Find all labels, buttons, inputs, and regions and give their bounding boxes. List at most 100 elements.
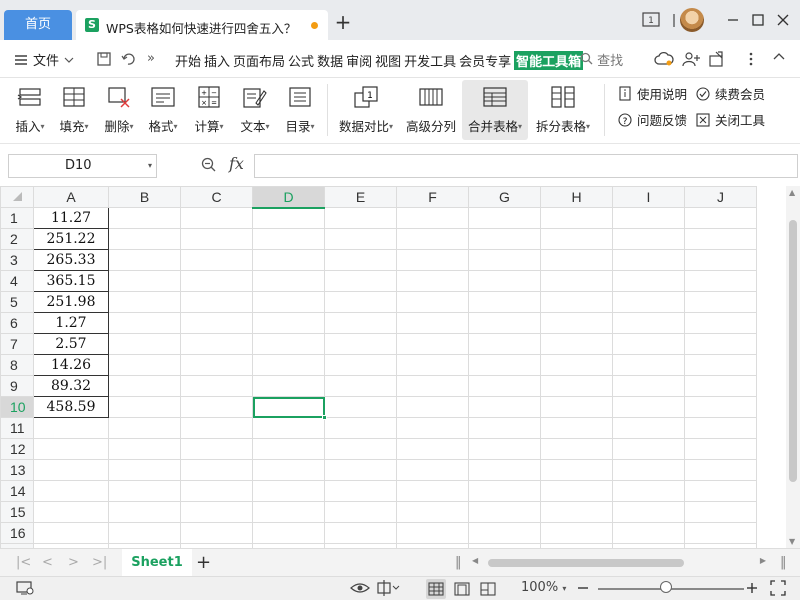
cell[interactable] [396,438,469,460]
page-layout-view-icon[interactable] [452,579,472,599]
cell[interactable] [612,270,685,292]
cell[interactable] [468,207,541,229]
cell[interactable] [468,312,541,334]
vertical-scrollbar[interactable]: ▲ ▼ [786,186,800,548]
cell[interactable] [180,312,253,334]
cell[interactable] [180,207,253,229]
feedback-link[interactable]: ? 问题反馈 [618,110,687,129]
cell-value[interactable]: 251.22 [33,228,109,250]
column-header[interactable]: J [684,186,757,208]
cell[interactable] [612,501,685,523]
file-menu-button[interactable]: 文件 [14,50,74,69]
cell[interactable] [540,417,613,439]
cell[interactable] [324,417,397,439]
cell[interactable] [540,438,613,460]
cell[interactable] [612,228,685,250]
caret-down-icon[interactable]: ▾ [148,155,152,177]
center-view-icon[interactable] [375,580,401,600]
cell[interactable] [180,522,253,544]
cell[interactable] [108,270,181,292]
add-sheet-button[interactable]: + [196,552,211,573]
cell[interactable] [684,396,757,418]
cell[interactable] [684,354,757,376]
row-header-selected[interactable]: 10 [0,396,34,418]
cell[interactable] [396,501,469,523]
cell[interactable] [612,291,685,313]
usage-guide-link[interactable]: 使用说明 [618,84,687,103]
cell[interactable] [33,459,109,481]
prev-sheet-icon[interactable]: < [42,555,53,570]
cell[interactable] [180,417,253,439]
cell[interactable] [108,459,181,481]
page-count-icon[interactable]: 1 [641,9,663,31]
cell[interactable] [540,354,613,376]
vertical-scroll-thumb[interactable] [789,220,797,482]
scroll-down-icon[interactable]: ▼ [789,537,795,546]
cell[interactable] [252,438,325,460]
cell[interactable] [612,207,685,229]
cell[interactable] [540,480,613,502]
cell-value[interactable]: 14.26 [33,354,109,376]
cell[interactable] [684,228,757,250]
cell[interactable] [108,396,181,418]
cell[interactable] [612,438,685,460]
cell[interactable] [396,333,469,355]
cell[interactable] [252,480,325,502]
ribbon-data-compare-button[interactable]: 1 数据对比▾ [336,80,396,140]
menu-developer[interactable]: 开发工具 [404,51,456,70]
avatar[interactable] [680,8,704,32]
cell[interactable] [180,501,253,523]
split-handle-icon[interactable]: ‖ [455,555,462,570]
cell[interactable] [108,333,181,355]
cell[interactable] [180,333,253,355]
cell[interactable] [324,375,397,397]
cell[interactable] [324,501,397,523]
cell[interactable] [612,417,685,439]
cell[interactable] [468,291,541,313]
cell[interactable] [396,291,469,313]
cell[interactable] [540,522,613,544]
cell[interactable] [108,501,181,523]
cell[interactable] [684,291,757,313]
cell[interactable] [324,438,397,460]
cell[interactable] [612,375,685,397]
share-icon[interactable] [707,50,727,70]
cell[interactable] [252,375,325,397]
more-quick-access-icon[interactable]: » [147,51,155,66]
cell-value[interactable]: 251.98 [33,291,109,313]
page-break-view-icon[interactable] [478,579,498,599]
cell[interactable] [324,522,397,544]
cell[interactable] [468,375,541,397]
zoom-in-icon[interactable] [746,580,758,600]
cell[interactable] [540,312,613,334]
column-header[interactable]: E [324,186,397,208]
cell[interactable] [684,459,757,481]
row-header[interactable]: 5 [0,291,34,313]
active-cell[interactable] [252,396,327,420]
cell[interactable] [324,270,397,292]
split-handle-icon[interactable]: ‖ [780,555,787,570]
cell[interactable] [252,459,325,481]
cell[interactable] [468,438,541,460]
cell[interactable] [684,249,757,271]
cell[interactable] [612,249,685,271]
cell[interactable] [468,333,541,355]
row-header[interactable]: 3 [0,249,34,271]
cell[interactable] [252,291,325,313]
cell[interactable] [324,207,397,229]
cell[interactable] [252,417,325,439]
maximize-icon[interactable] [747,9,769,31]
cell[interactable] [468,396,541,418]
menu-insert[interactable]: 插入 [204,51,230,70]
cell[interactable] [252,501,325,523]
cell[interactable] [108,228,181,250]
row-header[interactable]: 4 [0,270,34,292]
menu-data[interactable]: 数据 [317,51,343,70]
column-header[interactable]: F [396,186,469,208]
row-header[interactable]: 8 [0,354,34,376]
cell[interactable] [180,438,253,460]
undo-icon[interactable] [120,51,136,71]
cell[interactable] [180,249,253,271]
cell[interactable] [108,438,181,460]
row-header[interactable]: 14 [0,480,34,502]
